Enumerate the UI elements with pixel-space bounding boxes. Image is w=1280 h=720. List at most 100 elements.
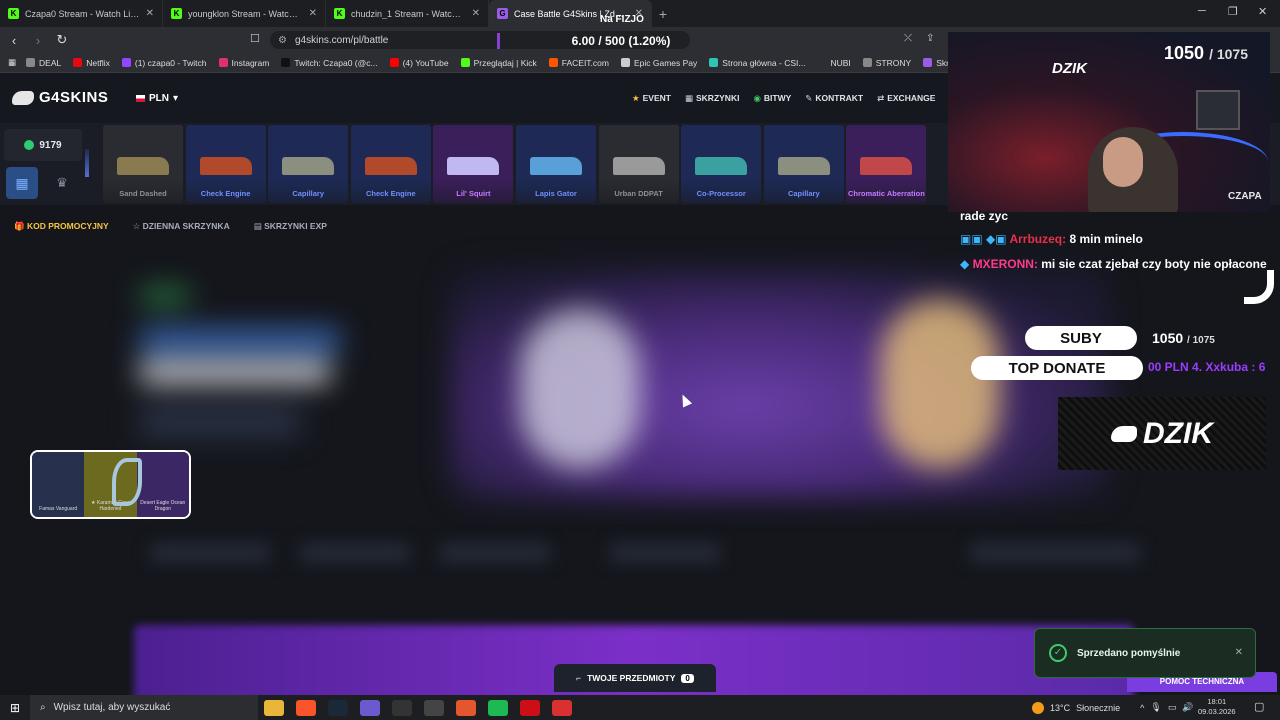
case-card[interactable]: Lil' Squirt [433,125,514,203]
case-card[interactable]: Lapis Gator [516,125,596,203]
mic-icon[interactable]: 🎙 [1150,702,1161,713]
back-icon[interactable]: ‹ [4,33,24,48]
bookmark-item[interactable]: (4) YouTube [389,58,449,68]
close-tab-icon[interactable]: ✕ [472,8,480,19]
nav-label: EVENT [642,93,671,103]
site-info-icon[interactable]: ⚙ [278,35,287,46]
bookmark-icon [281,58,291,67]
case-card[interactable]: Sand Dashed [103,125,183,203]
karambit-icon [112,458,142,506]
forward-icon[interactable]: › [28,33,48,48]
dzik-logo: DZIK [1052,60,1087,77]
browser-tab[interactable]: K Czapa0 Stream - Watch Live on K ✕ [0,0,163,27]
bookmark-item[interactable]: Netflix [73,58,110,68]
taskbar-search[interactable]: ⌕ Wpisz tutaj, aby wyszukać [30,695,258,720]
minimize-icon[interactable]: ─ [1198,5,1206,17]
bookmark-item[interactable]: Twitch: Czapa0 (@c... [281,58,378,68]
tray-chevron-icon[interactable]: ^ [1140,703,1144,713]
exp-cases-link[interactable]: ▤ SKRZYNKI EXP [254,221,327,232]
apps-grid-icon[interactable]: ▦ [8,57,16,68]
case-name: Sand Dashed [119,189,167,198]
chevron-down-icon: ▾ [173,93,179,104]
close-toast-icon[interactable]: ✕ [1235,647,1243,658]
grid-view-button[interactable]: ▦ [6,167,38,199]
close-window-icon[interactable]: ✕ [1258,5,1267,18]
bookmark-item[interactable]: Przeglądaj | Kick [460,58,537,68]
your-items-button[interactable]: ⌐ TWOJE PRZEDMIOTY 0 [554,664,716,692]
obs-icon[interactable] [424,699,444,716]
coin-icon [24,140,35,150]
case-card[interactable]: Capillary [763,125,844,203]
volume-icon[interactable]: 🔊 [1182,702,1193,713]
case-card[interactable]: Chromatic Aberration [846,125,927,203]
notification-icon[interactable]: ▢ [1254,700,1264,713]
file-explorer-icon[interactable] [264,699,284,716]
bookmark-item[interactable]: (1) czapa0 - Twitch [121,58,207,68]
blurred-filter-row [150,533,1140,573]
balance-value: 9179 [39,139,62,151]
case-name: Lil' Squirt [456,189,491,198]
strip-fade [85,149,89,177]
case-card[interactable]: Capillary [268,125,349,203]
nav-item-kontrakt[interactable]: ✎ KONTRAKT [805,93,863,104]
bookmark-icon [26,58,36,67]
items-icon: ⌐ [576,673,582,683]
new-tab-button[interactable]: + [652,6,674,22]
shield-icon[interactable] [552,699,572,716]
bookmark-item[interactable]: Strona główna - CSI... [709,58,805,68]
case-card[interactable]: Check Engine [185,125,266,203]
bookmark-item[interactable]: STRONY [862,57,912,68]
bookmark-item[interactable]: DEAL [26,58,61,68]
case-card[interactable]: Urban DDPAT [598,125,679,203]
nav-item-skrzynki[interactable]: ▦ SKRZYNKI [685,93,739,104]
nav-item-exchange[interactable]: ⇄ EXCHANGE [877,93,935,104]
share-icon[interactable]: ⇪ [926,33,934,44]
restore-icon[interactable]: ❐ [1228,5,1238,18]
case-name: Urban DDPAT [614,189,663,198]
nav-item-event[interactable]: ★ EVENT [632,93,671,104]
exchange-icon: ⇄ [877,93,885,103]
taskbar-clock[interactable]: 18:01 09.03.2026 [1198,697,1236,717]
bookmark-item[interactable]: FACEIT.com [548,58,609,68]
check-icon: ✓ [1049,644,1067,662]
logo-text: G4SKINS [39,89,109,106]
case-card[interactable]: Co-Processor [681,125,762,203]
spotify-icon[interactable] [488,699,508,716]
network-icon[interactable]: ▭ [1168,702,1177,713]
discord-icon[interactable] [360,699,380,716]
boar-logo-icon [12,90,34,105]
bookmark-list: DEAL Netflix (1) czapa0 - Twitch Instagram T… [26,58,997,68]
currency-selector[interactable]: PLN ▾ [136,93,178,104]
close-tab-icon[interactable]: ✕ [146,8,154,19]
extension-icon[interactable]: ⤫ [904,33,912,44]
browser-tab[interactable]: Kyoungklon Stream - Watch Live on K ✕ [163,0,326,27]
browser-tab[interactable]: Kchudzin_1 Stream - Watch Live on K ✕ [326,0,489,27]
nav-label: EXCHANGE [887,93,936,103]
case-card[interactable]: Check Engine [350,125,431,203]
bookmark-icon [862,58,872,67]
reload-icon[interactable]: ↻ [52,32,72,48]
donation-goal: 6.00 / 500 (1.20%) [497,31,745,51]
bookmark-label: STRONY [875,57,912,68]
chat-line: rade zyc [960,209,1009,223]
bookmark-item[interactable]: NUBI [817,58,851,68]
bookmark-icon[interactable]: ☐ [250,32,260,45]
bookmark-icon [218,58,228,67]
opera-icon[interactable] [520,699,540,716]
faceit-icon[interactable] [456,699,476,716]
bookmark-item[interactable]: Instagram [218,58,269,68]
main-nav: ★ EVENT ▦ SKRZYNKI ◉ BITWY ✎ KONTRAKT ⇄ EXCHANGE [632,93,935,104]
site-logo[interactable]: G4SKINS [12,89,108,106]
crown-view-button[interactable]: ♛ [46,167,78,199]
daily-case-link[interactable]: ☆ DZIENNA SKRZYNKA [133,221,230,232]
close-tab-icon[interactable]: ✕ [309,8,317,19]
promo-code-link[interactable]: 🎁 KOD PROMOCYJNY [14,221,109,232]
nav-item-bitwy[interactable]: ◉ BITWY [753,93,791,104]
steam-icon[interactable] [328,699,348,716]
case-preview-widget[interactable]: Famas Vanguard ★ Karambit Case Hardened … [30,450,191,519]
windows-start-icon[interactable]: ⊞ [0,701,30,715]
balance-badge[interactable]: 9179 [4,129,82,161]
epic-games-icon[interactable] [392,699,412,716]
bookmark-item[interactable]: Epic Games Pay [620,58,697,68]
brave-icon[interactable] [296,699,316,716]
